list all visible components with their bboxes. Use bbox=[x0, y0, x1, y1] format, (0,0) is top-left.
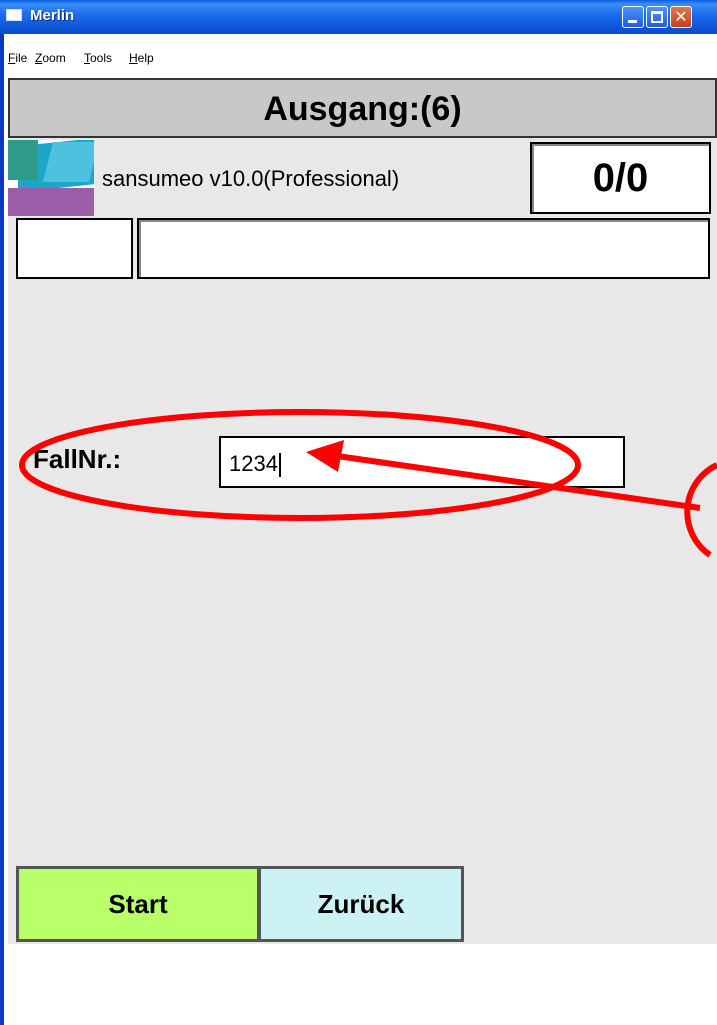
menu-zoom[interactable]: Zoom bbox=[35, 51, 66, 65]
app-name: sansumeo v10.0(Professional) bbox=[102, 166, 400, 191]
maximize-button[interactable] bbox=[646, 6, 668, 28]
menu-bar: File Zoom Tools Help bbox=[4, 48, 717, 68]
counter-box: 0/0 bbox=[530, 142, 711, 214]
fallnr-value: 1234 bbox=[229, 451, 281, 478]
start-button[interactable]: Start bbox=[16, 866, 260, 942]
fallnr-text: 1234 bbox=[229, 451, 278, 476]
menu-help[interactable]: Help bbox=[129, 51, 154, 65]
menu-tools[interactable]: Tools bbox=[84, 51, 112, 65]
fallnr-label: FallNr.: bbox=[33, 444, 122, 474]
text-caret bbox=[278, 453, 281, 478]
counter-value: 0/0 bbox=[592, 156, 649, 200]
info-field-wide bbox=[137, 218, 710, 279]
back-button[interactable]: Zurück bbox=[258, 866, 464, 942]
close-icon: ✕ bbox=[674, 7, 688, 26]
close-button[interactable]: ✕ bbox=[670, 6, 692, 28]
window-title: Merlin bbox=[30, 7, 75, 24]
page-title: Ausgang:(6) bbox=[263, 90, 462, 128]
minimize-button[interactable] bbox=[622, 6, 644, 28]
fallnr-input[interactable]: 1234 bbox=[219, 436, 625, 488]
application-window: Merlin ✕ File Zoom Tools Help Ausgang:(6… bbox=[0, 0, 717, 1025]
window-border bbox=[0, 34, 4, 1025]
window-icon bbox=[6, 9, 22, 21]
maximize-icon bbox=[651, 11, 663, 23]
minimize-icon bbox=[628, 20, 637, 23]
app-logo bbox=[8, 140, 94, 216]
title-bar[interactable]: Merlin ✕ bbox=[0, 0, 717, 34]
menu-file[interactable]: File bbox=[8, 51, 27, 65]
info-field-small bbox=[16, 218, 133, 279]
header-bar: Ausgang:(6) bbox=[8, 78, 717, 138]
